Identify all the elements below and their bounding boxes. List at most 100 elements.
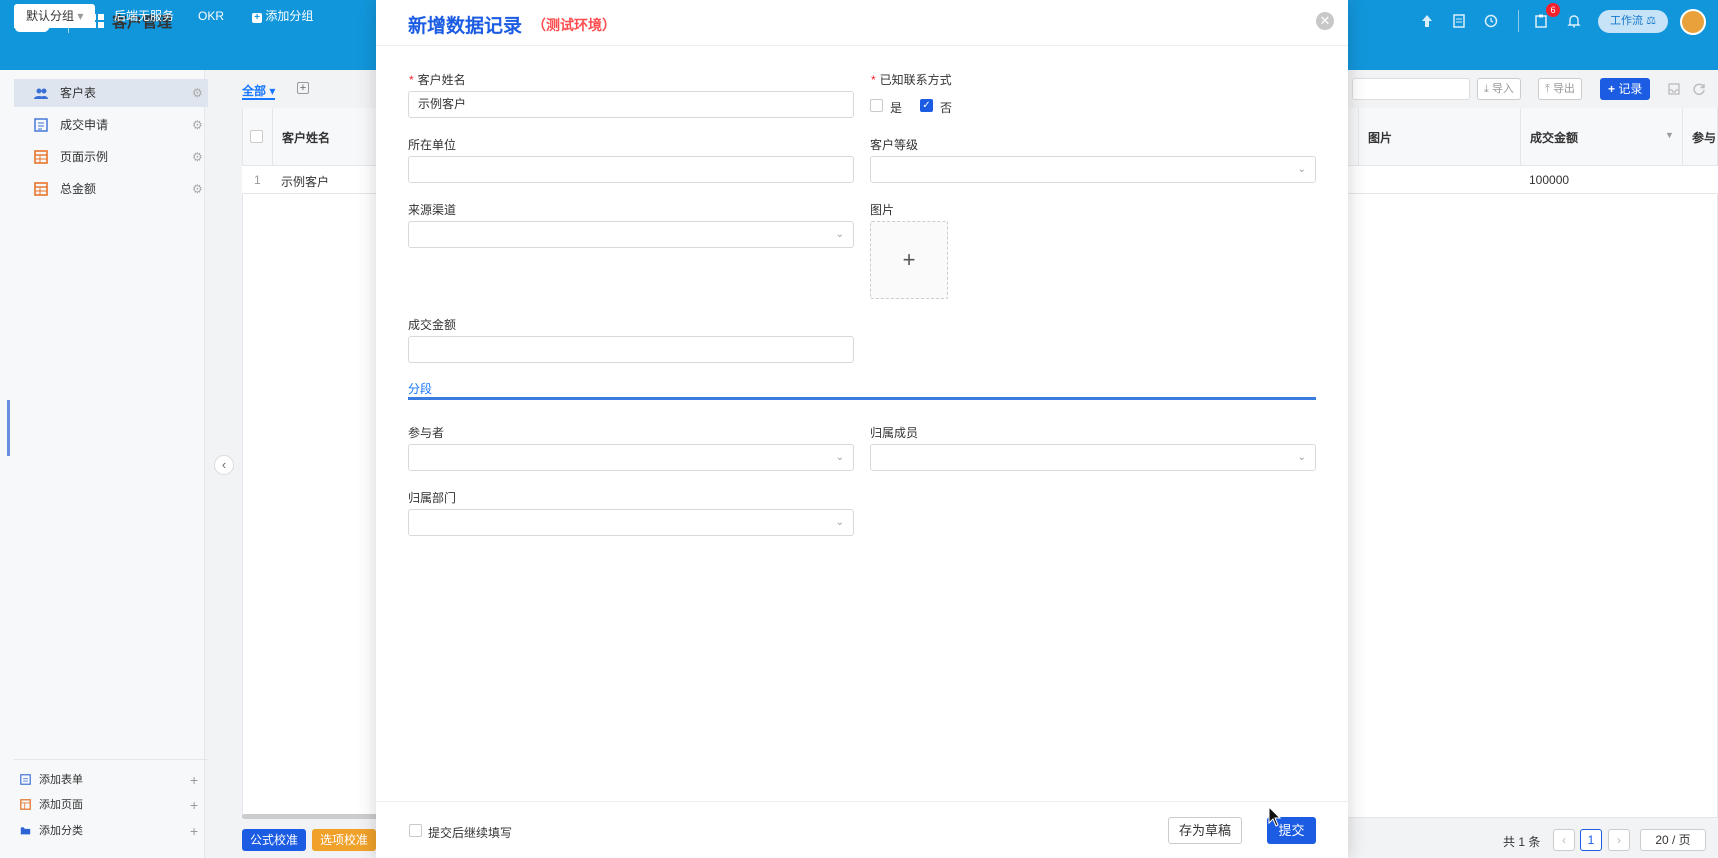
clipboard-icon[interactable]	[1534, 14, 1548, 28]
customer-name-input[interactable]: 示例客户	[408, 91, 854, 118]
image-label: 图片	[870, 203, 895, 217]
sidebar-item-total-amount[interactable]: 总金额 ⚙	[14, 175, 208, 203]
sidebar-item-customers[interactable]: 客户表 ⚙	[14, 79, 208, 107]
bell-icon[interactable]	[1567, 14, 1581, 28]
search-input[interactable]	[1352, 78, 1470, 100]
plus-icon: +	[190, 797, 199, 813]
pager-total: 共 1 条	[1503, 835, 1541, 849]
column-header-amount[interactable]: 成交金额	[1530, 129, 1578, 146]
source-label: 来源渠道	[408, 203, 457, 217]
sidebar-item-label: 总金额	[60, 182, 97, 196]
column-header-image[interactable]: 图片	[1368, 129, 1392, 146]
contact-no-checkbox[interactable]: ✓	[920, 99, 933, 112]
refresh-icon[interactable]	[1692, 82, 1706, 96]
table-icon	[34, 150, 48, 164]
department-select[interactable]: ⌄	[408, 509, 854, 536]
group-tab-backend[interactable]: 后端无服务	[102, 4, 186, 28]
chevron-down-icon: ⌄	[1297, 164, 1306, 175]
page-size-select[interactable]: 20 / 页	[1640, 829, 1706, 851]
add-group-button[interactable]: + 添加分组	[240, 4, 325, 28]
export-label: 导出	[1552, 83, 1575, 95]
plus-square-icon: +	[252, 13, 262, 23]
plus-icon: +	[1608, 82, 1616, 96]
amount-input[interactable]	[408, 336, 854, 363]
source-select[interactable]: ⌄	[408, 221, 854, 248]
continue-filling-checkbox[interactable]	[409, 824, 422, 837]
chevron-down-icon: ⌄	[835, 517, 844, 528]
workflow-button[interactable]: 工作流 ⚖	[1598, 10, 1668, 33]
collapse-sidebar-button[interactable]: ‹	[214, 455, 234, 475]
gear-icon[interactable]: ⚙	[192, 175, 203, 203]
view-tab-all[interactable]: 全部 ▾	[242, 82, 276, 100]
group-tab-default[interactable]: 默认分组 ▾	[14, 4, 96, 28]
folder-icon	[20, 827, 31, 835]
resize-handle[interactable]	[7, 400, 10, 456]
owner-select[interactable]: ⌄	[870, 444, 1316, 471]
gear-icon[interactable]: ⚙	[192, 79, 203, 107]
contact-yes-checkbox[interactable]	[870, 99, 883, 112]
participants-select[interactable]: ⌄	[408, 444, 854, 471]
gear-icon[interactable]: ⚙	[192, 111, 203, 139]
sidebar-item-deal-request[interactable]: 成交申请 ⚙	[14, 111, 208, 139]
import-button[interactable]: ⤓ 导入	[1477, 78, 1521, 100]
add-category-button[interactable]: 添加分类 +	[14, 819, 208, 843]
add-page-button[interactable]: 添加页面 +	[14, 793, 208, 817]
caret-down-icon[interactable]: ▼	[1665, 130, 1674, 140]
participants-label: 参与者	[408, 426, 445, 440]
chevron-down-icon: ⌄	[1297, 452, 1306, 463]
pager-prev-button[interactable]: ‹	[1553, 829, 1575, 851]
image-upload-button[interactable]: +	[870, 221, 948, 299]
horizontal-scrollbar[interactable]	[242, 814, 382, 819]
plus-icon: +	[190, 772, 199, 788]
add-form-button[interactable]: 添加表单 +	[14, 768, 208, 792]
save-draft-button[interactable]: 存为草稿	[1168, 817, 1242, 844]
notification-count-badge: 6	[1546, 3, 1560, 17]
table-icon	[34, 182, 48, 196]
select-all-checkbox[interactable]	[250, 130, 263, 143]
book-icon[interactable]	[1452, 14, 1466, 28]
view-tab-label: 全部	[242, 84, 267, 98]
chevron-down-icon: ⌄	[835, 452, 844, 463]
avatar[interactable]	[1680, 9, 1706, 35]
column-header-participants[interactable]: 参与	[1692, 129, 1716, 146]
field-label-text: 客户姓名	[417, 73, 466, 87]
import-label: 导入	[1491, 83, 1514, 95]
clock-icon[interactable]	[1484, 14, 1498, 28]
option-calibrate-button[interactable]: 选项校准	[312, 829, 377, 851]
pager-page-1[interactable]: 1	[1580, 829, 1602, 851]
export-button[interactable]: ⤒ 导出	[1538, 78, 1582, 100]
company-input[interactable]	[408, 156, 854, 183]
close-icon[interactable]: ✕	[1316, 12, 1334, 30]
field-label-text: 已知联系方式	[879, 73, 952, 87]
pager-next-button[interactable]: ›	[1608, 829, 1630, 851]
column-header-name[interactable]: 客户姓名	[282, 129, 330, 146]
inbox-icon[interactable]	[1667, 82, 1681, 96]
upload-arrow-icon[interactable]	[1420, 14, 1434, 28]
continue-filling-label[interactable]: 提交后继续填写	[428, 824, 512, 841]
gear-icon[interactable]: ⚙	[192, 143, 203, 171]
section-title: 分段	[408, 382, 433, 396]
caret-down-icon: ▾	[77, 9, 84, 23]
cell-amount[interactable]: 100000	[1529, 173, 1569, 187]
sidebar-item-page-example[interactable]: 页面示例 ⚙	[14, 143, 208, 171]
customer-level-select[interactable]: ⌄	[870, 156, 1316, 183]
mouse-cursor-icon	[1268, 806, 1282, 827]
header-divider	[1518, 10, 1519, 32]
contact-known-label: * 已知联系方式	[871, 71, 952, 88]
section-divider	[408, 397, 1316, 400]
download-icon: ⤓	[1484, 83, 1489, 95]
form-icon	[34, 118, 48, 132]
workflow-icon: ⚖	[1646, 15, 1656, 27]
cell-customer-name[interactable]: 示例客户	[281, 173, 329, 190]
add-category-label: 添加分类	[39, 825, 83, 837]
formula-calibrate-button[interactable]: 公式校准	[242, 829, 307, 851]
add-view-button[interactable]: +	[297, 82, 309, 94]
amount-label: 成交金额	[408, 318, 457, 332]
contact-yes-label[interactable]: 是	[890, 99, 902, 116]
add-record-button[interactable]: + 记录	[1600, 78, 1651, 100]
add-record-label: 记录	[1618, 82, 1643, 96]
contact-no-label[interactable]: 否	[940, 99, 952, 116]
form-icon	[20, 774, 31, 785]
workflow-label: 工作流	[1610, 15, 1644, 27]
group-tab-okr[interactable]: OKR	[186, 4, 236, 28]
